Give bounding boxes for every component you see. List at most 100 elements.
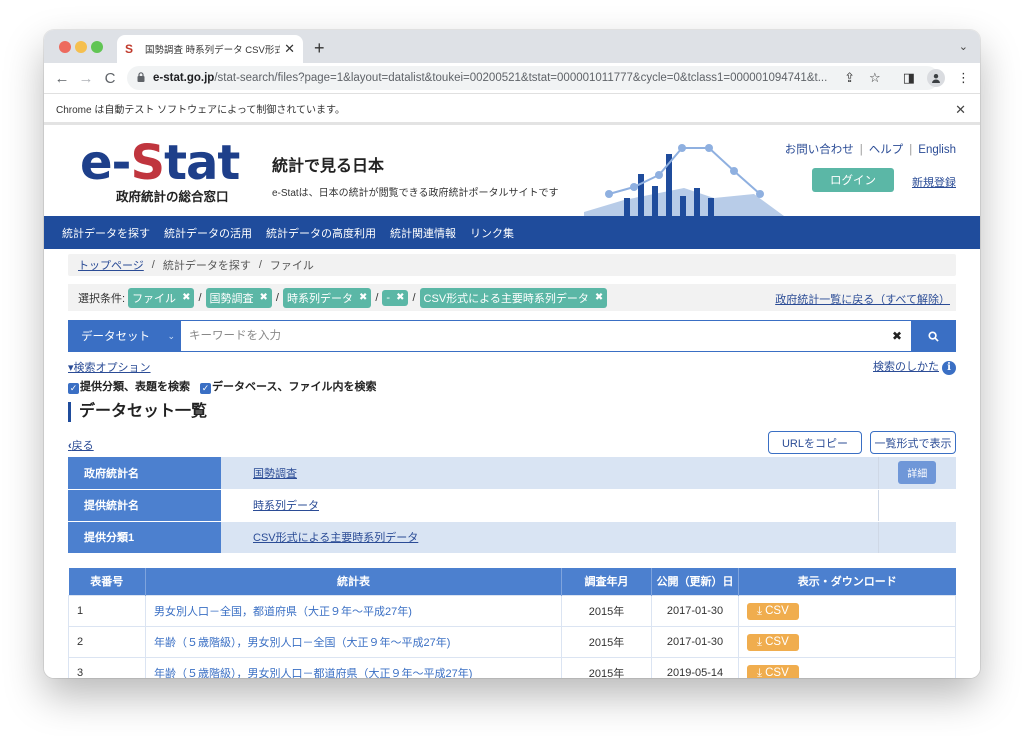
nav-item-related-info[interactable]: 統計関連情報 (390, 225, 456, 241)
back-arrow-icon[interactable]: ← (50, 70, 74, 87)
condition-chip-dash[interactable]: - ✖ (382, 289, 409, 306)
search-classification-checkbox[interactable]: ✓ 提供分類、表題を検索 (68, 378, 190, 394)
logo-e: e- (80, 135, 131, 191)
nav-item-find-data[interactable]: 統計データを探す (62, 225, 150, 241)
checkbox-label: データベース、ファイル内を検索 (212, 381, 377, 393)
survey-date: 2015年 (561, 626, 652, 658)
bookmark-star-icon[interactable]: ☆ (869, 70, 881, 86)
remove-icon[interactable]: ✖ (260, 292, 268, 303)
lock-icon (137, 71, 145, 85)
back-link[interactable]: ‹戻る (68, 437, 94, 453)
meta-value-link[interactable]: 時系列データ (253, 500, 319, 512)
global-nav: 統計データを探す 統計データの活用 統計データの高度利用 統計関連情報 リンク集 (44, 216, 980, 249)
meta-value-link[interactable]: 国勢調査 (253, 468, 297, 480)
csv-download-button[interactable]: ⤓ CSV (747, 664, 799, 679)
profile-avatar-icon[interactable] (927, 69, 945, 87)
automation-infobar: Chrome は自動テスト ソフトウェアによって制御されています。 ✕ (44, 93, 980, 125)
download-icon: ⤓ (757, 666, 763, 679)
address-bar[interactable]: e-stat.go.jp /stat-search/files?page=1&l… (127, 66, 939, 90)
search-help-label: 検索のしかた (873, 361, 939, 373)
browser-tab[interactable]: S 国勢調査 時系列データ CSV形式に ✕ (117, 35, 303, 63)
browser-menu-icon[interactable]: ⋮ (957, 70, 970, 86)
reload-icon[interactable]: C (98, 70, 122, 87)
link-separator: | (859, 144, 863, 156)
meta-key: 提供分類1 (68, 521, 221, 554)
page-content: e-Stat 政府統計の総合窓口 統計で見る日本 e-Statは、日本の統計が閲… (44, 128, 980, 678)
table-title-link[interactable]: 男女別人口－全国，都道府県（大正９年～平成27年) (145, 595, 562, 627)
site-header: e-Stat 政府統計の総合窓口 統計で見る日本 e-Statは、日本の統計が閲… (44, 128, 980, 216)
tab-strip: S 国勢調査 時系列データ CSV形式に ✕ + ⌄ (44, 30, 980, 63)
url-host: e-stat.go.jp (153, 72, 215, 84)
checkbox-checked-icon: ✓ (68, 383, 79, 394)
tab-close-icon[interactable]: ✕ (284, 41, 295, 57)
search-scope-select[interactable]: データセット ⌄ (69, 321, 181, 351)
download-cell: ⤓ CSV (738, 595, 956, 627)
table-title-link[interactable]: 年齢（５歳階級），男女別人口－都道府県（大正９年～平成27年) (145, 657, 562, 678)
share-icon[interactable]: ⇪ (844, 70, 855, 86)
new-tab-button[interactable]: + (314, 38, 325, 59)
minimize-window-button[interactable] (75, 41, 87, 53)
browser-toolbar: ← → C e-stat.go.jp /stat-search/files?pa… (44, 63, 980, 93)
close-window-button[interactable] (59, 41, 71, 53)
nav-item-advanced-use[interactable]: 統計データの高度利用 (266, 225, 376, 241)
contact-link[interactable]: お問い合わせ (785, 144, 854, 156)
logo-subtitle: 政府統計の総合窓口 (116, 190, 229, 204)
remove-icon[interactable]: ✖ (396, 292, 404, 303)
forward-arrow-icon[interactable]: → (74, 70, 98, 87)
meta-value-link[interactable]: CSV形式による主要時系列データ (253, 532, 418, 544)
browser-window: S 国勢調査 時系列データ CSV形式に ✕ + ⌄ ← → C e-stat.… (44, 30, 980, 678)
keyword-search-input[interactable] (181, 321, 883, 351)
remove-icon[interactable]: ✖ (359, 292, 367, 303)
table-number: 3 (68, 657, 146, 678)
tab-search-icon[interactable]: ⌄ (959, 40, 968, 53)
download-cell: ⤓ CSV (738, 626, 956, 658)
tagline: 統計で見る日本 e-Statは、日本の統計が閲覧できる政府統計ポータルサイトです (272, 152, 558, 199)
login-button[interactable]: ログイン (812, 168, 894, 192)
maximize-window-button[interactable] (91, 41, 103, 53)
register-link[interactable]: 新規登録 (912, 174, 956, 190)
copy-url-button[interactable]: URLをコピー (768, 431, 862, 454)
csv-label: CSV (765, 605, 789, 617)
condition-chip-census[interactable]: 国勢調査 ✖ (205, 287, 272, 308)
clear-search-icon[interactable]: ✖ (883, 321, 911, 351)
csv-download-button[interactable]: ⤓ CSV (747, 602, 799, 620)
csv-download-button[interactable]: ⤓ CSV (747, 633, 799, 651)
search-options: ▾検索オプション ✓ 提供分類、表題を検索 ✓ データベース、ファイル内を検索 検索… (68, 358, 956, 394)
reset-conditions-link[interactable]: 政府統計一覧に戻る（すべて解除） (775, 291, 950, 307)
table-title-link[interactable]: 年齢（５歳階級），男女別人口－全国（大正９年～平成27年) (145, 626, 562, 658)
nav-item-use-data[interactable]: 統計データの活用 (164, 225, 252, 241)
side-panel-icon[interactable]: ◨ (903, 70, 915, 86)
detail-button[interactable]: 詳細 (898, 461, 937, 485)
search-button[interactable] (911, 321, 955, 351)
help-link[interactable]: ヘルプ (869, 144, 904, 156)
csv-label: CSV (765, 636, 789, 648)
search-help-link[interactable]: 検索のしかた i (873, 358, 956, 375)
survey-date: 2015年 (561, 657, 652, 678)
search-files-checkbox[interactable]: ✓ データベース、ファイル内を検索 (200, 378, 376, 394)
chip-label: ファイル (132, 292, 177, 305)
remove-icon[interactable]: ✖ (182, 292, 190, 303)
search-bar: データセット ⌄ ✖ (68, 320, 956, 352)
chip-label: 時系列データ (286, 292, 353, 305)
breadcrumb-top-page[interactable]: トップページ (78, 257, 144, 273)
link-separator: | (909, 144, 913, 156)
estat-logo[interactable]: e-Stat 政府統計の総合窓口 (80, 139, 240, 205)
meta-row: 政府統計名 国勢調査 詳細 (68, 457, 956, 490)
estat-favicon-icon: S (125, 42, 134, 56)
infobar-close-icon[interactable]: ✕ (955, 102, 966, 118)
english-link[interactable]: English (918, 144, 956, 156)
meta-value-cell: CSV形式による主要時系列データ (221, 521, 878, 554)
condition-chip-file[interactable]: ファイル ✖ (128, 287, 195, 308)
condition-chip-timeseries[interactable]: 時系列データ ✖ (282, 287, 372, 308)
nav-item-links[interactable]: リンク集 (470, 225, 514, 241)
breadcrumb-separator: / (258, 259, 262, 271)
published-date: 2017-01-30 (651, 626, 739, 658)
header-download: 表示・ダウンロード (738, 567, 956, 596)
meta-row: 提供統計名 時系列データ (68, 489, 956, 522)
search-options-toggle[interactable]: ▾検索オプション (68, 362, 151, 374)
condition-chip-csv[interactable]: CSV形式による主要時系列データ ✖ (419, 287, 608, 308)
header-table-number: 表番号 (68, 567, 146, 596)
statistics-table: 表番号 統計表 調査年月 公開（更新）日 表示・ダウンロード 1 男女別人口－全… (68, 567, 956, 679)
list-view-button[interactable]: 一覧形式で表示 (870, 431, 956, 454)
remove-icon[interactable]: ✖ (595, 292, 603, 303)
